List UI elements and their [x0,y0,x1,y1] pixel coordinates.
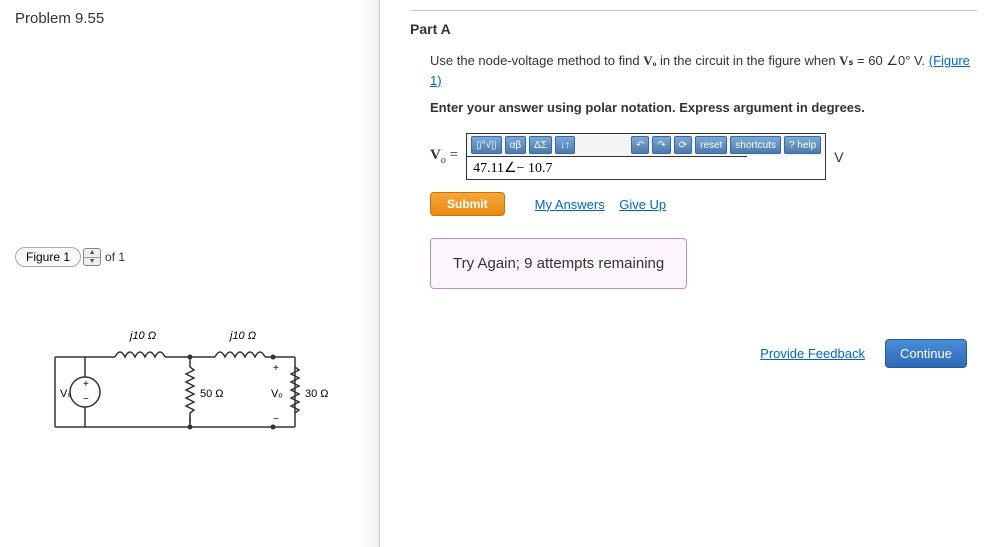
help-button[interactable]: ? help [784,136,821,154]
answer-label: Vo = [430,147,458,166]
symbols-button[interactable]: ΔΣ [529,136,552,154]
undo-button[interactable]: ↶ [631,136,649,154]
submit-button[interactable]: Submit [430,192,505,216]
vo-label: Vₒ [271,388,283,400]
inductor2-label: j10 Ω [228,330,256,342]
answer-input[interactable] [467,156,747,179]
r30-label: 30 Ω [305,388,329,400]
submit-row: Submit My Answers Give Up [410,192,977,216]
divider [410,10,977,11]
svg-text:+: + [273,363,279,374]
r50-label: 50 Ω [200,388,224,400]
svg-text:−: − [273,414,279,425]
shortcuts-button[interactable]: shortcuts [730,136,781,154]
arrows-button[interactable]: ↓↑ [555,136,575,154]
circuit-diagram: + − j10 Ω j10 Ω Vₛ 50 Ω 30 Ω Vₒ + − [15,307,335,457]
continue-button[interactable]: Continue [885,339,967,368]
give-up-link[interactable]: Give Up [619,197,666,212]
feedback-box: Try Again; 9 attempts remaining [430,238,687,289]
vs-label: Vₛ [60,388,71,400]
format-instruction: Enter your answer using polar notation. … [410,100,977,115]
my-answers-link[interactable]: My Answers [535,197,605,212]
bottom-row: Provide Feedback Continue [410,339,977,368]
equation-toolbar: ▯°√▯ αβ ΔΣ ↓↑ ↶ ↷ ⟳ reset shortcuts ? he… [467,134,825,156]
svg-text:+: + [83,379,89,390]
left-panel: Problem 9.55 Figure 1 ▲ ▼ of 1 + − [0,0,380,547]
figure-button[interactable]: Figure 1 [15,247,81,267]
answer-input-box: ▯°√▯ αβ ΔΣ ↓↑ ↶ ↷ ⟳ reset shortcuts ? he… [466,133,826,180]
provide-feedback-link[interactable]: Provide Feedback [760,346,865,361]
stepper-down-icon[interactable]: ▼ [84,258,100,266]
inductor1-label: j10 Ω [128,330,156,342]
figure-count: of 1 [105,250,125,264]
figure-stepper[interactable]: ▲ ▼ [83,248,101,266]
unit-label: V [834,149,843,165]
figure-selector: Figure 1 ▲ ▼ of 1 [15,247,364,267]
instruction-text: Use the node-voltage method to find Vₒ i… [410,51,977,90]
greek-button[interactable]: αβ [505,136,527,154]
svg-text:−: − [83,394,89,405]
redo-button[interactable]: ↷ [652,136,670,154]
templates-button[interactable]: ▯°√▯ [471,136,502,154]
right-panel: Part A Use the node-voltage method to fi… [380,0,1007,547]
stepper-up-icon[interactable]: ▲ [84,249,100,258]
answer-row: Vo = ▯°√▯ αβ ΔΣ ↓↑ ↶ ↷ ⟳ reset shortcuts… [410,133,977,180]
refresh-button[interactable]: ⟳ [674,136,692,154]
problem-title: Problem 9.55 [15,10,364,27]
part-label: Part A [410,21,977,37]
reset-button[interactable]: reset [695,136,727,154]
